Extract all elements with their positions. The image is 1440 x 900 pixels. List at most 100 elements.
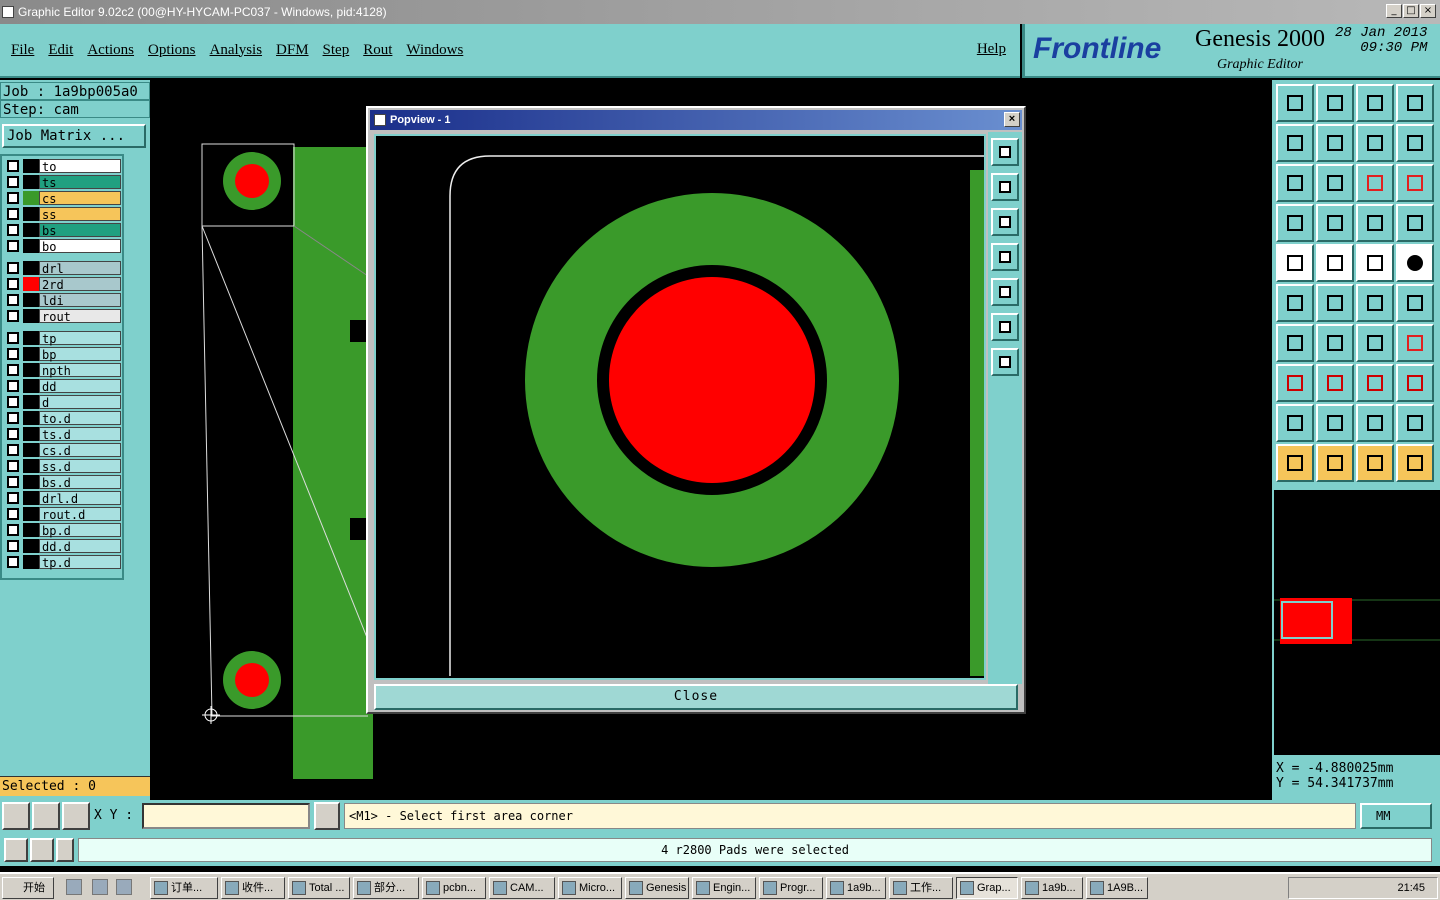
popview-close-icon[interactable]: × (1004, 112, 1020, 127)
popview-zoom-home-icon[interactable] (991, 138, 1019, 166)
taskbar-task[interactable]: Total ... (288, 877, 350, 899)
tool-button-icon[interactable] (1356, 124, 1394, 162)
tool-button-icon[interactable] (1316, 444, 1354, 482)
layer-checkbox[interactable] (7, 332, 19, 344)
layer-checkbox[interactable] (7, 396, 19, 408)
tool-button-icon[interactable] (1396, 364, 1434, 402)
menu-rout[interactable]: Rout (356, 42, 399, 59)
layer-row[interactable]: bs (2, 222, 122, 238)
layer-checkbox[interactable] (7, 460, 19, 472)
layer-color-swatch[interactable] (23, 523, 39, 537)
layer-name[interactable]: npth (39, 363, 121, 378)
minimize-button[interactable]: _ (1386, 4, 1402, 18)
tool-button-icon[interactable] (1276, 124, 1314, 162)
layer-color-swatch[interactable] (23, 331, 39, 345)
tool-button-icon[interactable] (1356, 324, 1394, 362)
menu-options[interactable]: Options (141, 42, 203, 59)
layer-name[interactable]: rout (39, 309, 121, 324)
tool-button-icon[interactable] (1276, 324, 1314, 362)
tool-button-icon[interactable] (1276, 284, 1314, 322)
layer-color-swatch[interactable] (23, 293, 39, 307)
taskbar-task[interactable]: 收件... (221, 877, 285, 899)
unit-selector[interactable]: MM (1360, 803, 1432, 829)
layer-name[interactable]: bs (39, 223, 121, 238)
tool-button-icon[interactable] (1276, 164, 1314, 202)
layer-name[interactable]: ts.d (39, 427, 121, 442)
layer-color-swatch[interactable] (23, 395, 39, 409)
layer-checkbox[interactable] (7, 278, 19, 290)
layer-row[interactable]: dd.d (2, 538, 122, 554)
quicklaunch-icon[interactable] (66, 879, 82, 895)
layer-name[interactable]: bp (39, 347, 121, 362)
taskbar-task[interactable]: 订单... (150, 877, 218, 899)
grid-mode-icon[interactable] (62, 802, 90, 830)
tool-button-icon[interactable] (1276, 364, 1314, 402)
layer-name[interactable]: ldi (39, 293, 121, 308)
layer-color-swatch[interactable] (23, 191, 39, 205)
tool-button-icon[interactable] (1316, 244, 1354, 282)
layer-row[interactable]: bp.d (2, 522, 122, 538)
layer-checkbox[interactable] (7, 444, 19, 456)
layer-name[interactable]: d (39, 395, 121, 410)
tool-button-icon[interactable] (1276, 204, 1314, 242)
layer-color-swatch[interactable] (23, 277, 39, 291)
maximize-button[interactable]: □ (1403, 4, 1419, 18)
layer-checkbox[interactable] (7, 262, 19, 274)
layer-checkbox[interactable] (7, 348, 19, 360)
layer-row[interactable]: rout (2, 308, 122, 324)
taskbar-task[interactable]: 1a9b... (1021, 877, 1083, 899)
tool-button-icon[interactable] (1356, 284, 1394, 322)
layer-row[interactable]: drl (2, 260, 122, 276)
tool-button-icon[interactable] (1356, 164, 1394, 202)
tool-button-icon[interactable] (1396, 324, 1434, 362)
taskbar-task[interactable]: 1A9B... (1086, 877, 1148, 899)
taskbar-task[interactable]: Grap... (956, 877, 1018, 899)
layer-color-swatch[interactable] (23, 443, 39, 457)
layer-name[interactable]: dd.d (39, 539, 121, 554)
layer-color-swatch[interactable] (23, 347, 39, 361)
layer-row[interactable]: tp.d (2, 554, 122, 570)
layer-checkbox[interactable] (7, 380, 19, 392)
layer-color-swatch[interactable] (23, 507, 39, 521)
quicklaunch-icon[interactable] (92, 879, 108, 895)
layer-row[interactable]: bs.d (2, 474, 122, 490)
layer-name[interactable]: ss.d (39, 459, 121, 474)
menu-edit[interactable]: Edit (41, 42, 80, 59)
layer-name[interactable]: cs (39, 191, 121, 206)
layer-checkbox[interactable] (7, 492, 19, 504)
layer-name[interactable]: to.d (39, 411, 121, 426)
menu-help[interactable]: Help (977, 41, 1006, 58)
layer-name[interactable]: bo (39, 239, 121, 254)
tool-button-icon[interactable] (1316, 324, 1354, 362)
overview-map[interactable] (1272, 490, 1440, 755)
tool-button-icon[interactable] (1396, 244, 1434, 282)
close-window-button[interactable]: × (1420, 4, 1436, 18)
tool-button-icon[interactable] (1276, 444, 1314, 482)
layer-row[interactable]: to.d (2, 410, 122, 426)
layer-name[interactable]: tp (39, 331, 121, 346)
tool-button-icon[interactable] (1316, 364, 1354, 402)
popview-close-button[interactable]: Close (374, 684, 1018, 710)
layer-row[interactable]: dd (2, 378, 122, 394)
layer-row[interactable]: ldi (2, 292, 122, 308)
popview-zoom-in-icon[interactable] (991, 348, 1019, 376)
tool-button-icon[interactable] (1396, 444, 1434, 482)
layer-name[interactable]: bs.d (39, 475, 121, 490)
layer-checkbox[interactable] (7, 240, 19, 252)
layer-row[interactable]: ts (2, 174, 122, 190)
layer-name[interactable]: drl.d (39, 491, 121, 506)
layer-name[interactable]: dd (39, 379, 121, 394)
layer-name[interactable]: ss (39, 207, 121, 222)
tool-button-icon[interactable] (1276, 244, 1314, 282)
tool-button-icon[interactable] (1356, 444, 1394, 482)
tool-button-icon[interactable] (1316, 164, 1354, 202)
layer-row[interactable]: 2rd (2, 276, 122, 292)
layer-color-swatch[interactable] (23, 427, 39, 441)
layer-checkbox[interactable] (7, 524, 19, 536)
tool-button-icon[interactable] (1316, 284, 1354, 322)
layer-color-swatch[interactable] (23, 459, 39, 473)
popview-zoom-fit-icon[interactable] (991, 313, 1019, 341)
layer-row[interactable]: rout.d (2, 506, 122, 522)
popview-canvas[interactable] (374, 134, 986, 680)
layer-color-swatch[interactable] (23, 379, 39, 393)
